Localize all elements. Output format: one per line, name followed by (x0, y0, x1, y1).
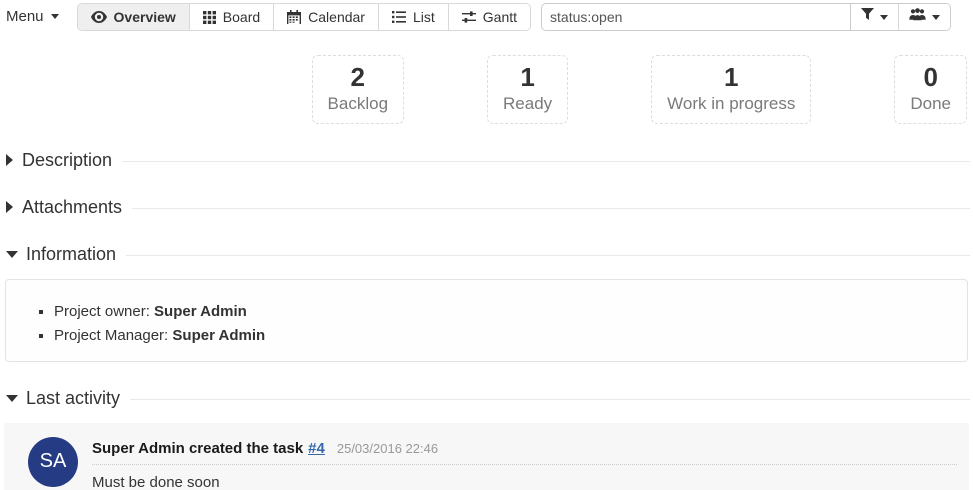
section-description[interactable]: Description (0, 150, 973, 171)
column-label: Backlog (328, 94, 388, 114)
info-value: Super Admin (172, 327, 265, 344)
filter-dropdown-button[interactable] (851, 4, 898, 30)
tab-board[interactable]: Board (189, 4, 273, 30)
section-attachments[interactable]: Attachments (0, 197, 973, 218)
section-title: Last activity (26, 388, 120, 409)
task-count: 1 (667, 63, 795, 92)
list-icon (392, 11, 406, 23)
task-count: 0 (910, 63, 951, 92)
task-count: 2 (328, 63, 388, 92)
tab-gantt[interactable]: Gantt (448, 4, 530, 30)
avatar: SA (28, 437, 78, 487)
board-grid-icon (203, 11, 216, 24)
list-item: Project owner: Super Admin (54, 303, 957, 320)
task-count: 1 (503, 63, 552, 92)
section-divider (126, 255, 970, 256)
column-label: Work in progress (667, 94, 795, 114)
chevron-right-icon (6, 201, 13, 213)
summary-box-work-in-progress: 1 Work in progress (651, 55, 811, 124)
calendar-icon (287, 10, 301, 24)
list-item: Project Manager: Super Admin (54, 327, 957, 344)
task-link[interactable]: #4 (308, 440, 325, 457)
section-title: Attachments (22, 197, 122, 218)
section-last-activity[interactable]: Last activity (0, 388, 973, 409)
users-dropdown-button[interactable] (898, 4, 950, 30)
eye-icon (91, 11, 107, 23)
tab-label: Overview (114, 9, 176, 25)
info-value: Super Admin (154, 303, 247, 320)
tab-label: Gantt (483, 9, 517, 25)
tab-label: List (413, 9, 435, 25)
column-label: Ready (503, 94, 552, 114)
activity-timestamp: 25/03/2016 22:46 (337, 441, 438, 456)
tab-calendar[interactable]: Calendar (273, 4, 378, 30)
activity-content: Super Admin created the task #4 25/03/20… (92, 437, 957, 490)
chevron-down-icon (880, 15, 888, 20)
tab-label: Calendar (308, 9, 365, 25)
section-information[interactable]: Information (0, 244, 973, 265)
project-info-list: Project owner: Super Admin Project Manag… (16, 303, 957, 344)
menu-dropdown[interactable]: Menu (6, 8, 59, 25)
tab-overview[interactable]: Overview (78, 4, 189, 30)
section-divider (132, 208, 970, 209)
filter-funnel-icon (861, 8, 874, 26)
section-title: Information (26, 244, 116, 265)
search-buttons (851, 3, 951, 31)
column-label: Done (910, 94, 951, 114)
users-icon (909, 8, 926, 26)
section-divider (130, 399, 970, 400)
search-input[interactable] (541, 3, 851, 31)
sliders-icon (462, 11, 476, 23)
activity-event: SA Super Admin created the task #4 25/03… (4, 423, 969, 490)
chevron-down-icon (6, 395, 18, 402)
summary-box-ready: 1 Ready (487, 55, 568, 124)
tab-label: Board (223, 9, 260, 25)
activity-body: Must be done soon (92, 474, 957, 490)
section-title: Description (22, 150, 112, 171)
section-divider (122, 161, 970, 162)
summary-box-backlog: 2 Backlog (312, 55, 404, 124)
info-label: Project Manager: (54, 327, 168, 344)
summary-box-done: 0 Done (894, 55, 967, 124)
search-group (541, 3, 951, 31)
tab-list[interactable]: List (378, 4, 448, 30)
top-bar: Menu Overview Board Calendar List (0, 0, 973, 34)
activity-title-row: Super Admin created the task #4 25/03/20… (92, 440, 957, 465)
information-panel: Project owner: Super Admin Project Manag… (5, 279, 968, 362)
menu-label: Menu (6, 8, 44, 25)
column-summary-row: 2 Backlog 1 Ready 1 Work in progress 0 D… (0, 55, 973, 124)
chevron-down-icon (51, 14, 59, 19)
info-label: Project owner: (54, 303, 150, 320)
chevron-down-icon (6, 251, 18, 258)
chevron-right-icon (6, 154, 13, 166)
chevron-down-icon (932, 15, 940, 20)
activity-title: Super Admin created the task (92, 440, 303, 457)
view-switcher: Overview Board Calendar List Gantt (77, 3, 532, 31)
